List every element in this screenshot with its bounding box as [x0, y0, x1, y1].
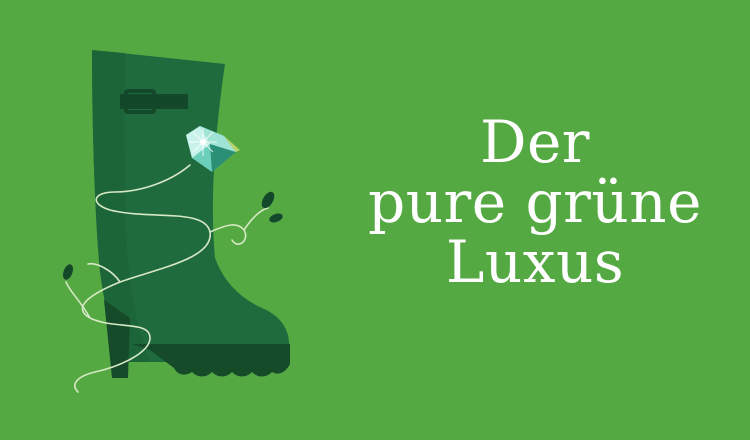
- headline-line-2: pure grüne: [368, 168, 702, 236]
- rubber-boot-icon: [92, 50, 290, 378]
- headline: Der pure grüne Luxus: [345, 112, 725, 292]
- headline-line-1: Der: [479, 108, 591, 176]
- headline-line-3: Luxus: [445, 228, 625, 296]
